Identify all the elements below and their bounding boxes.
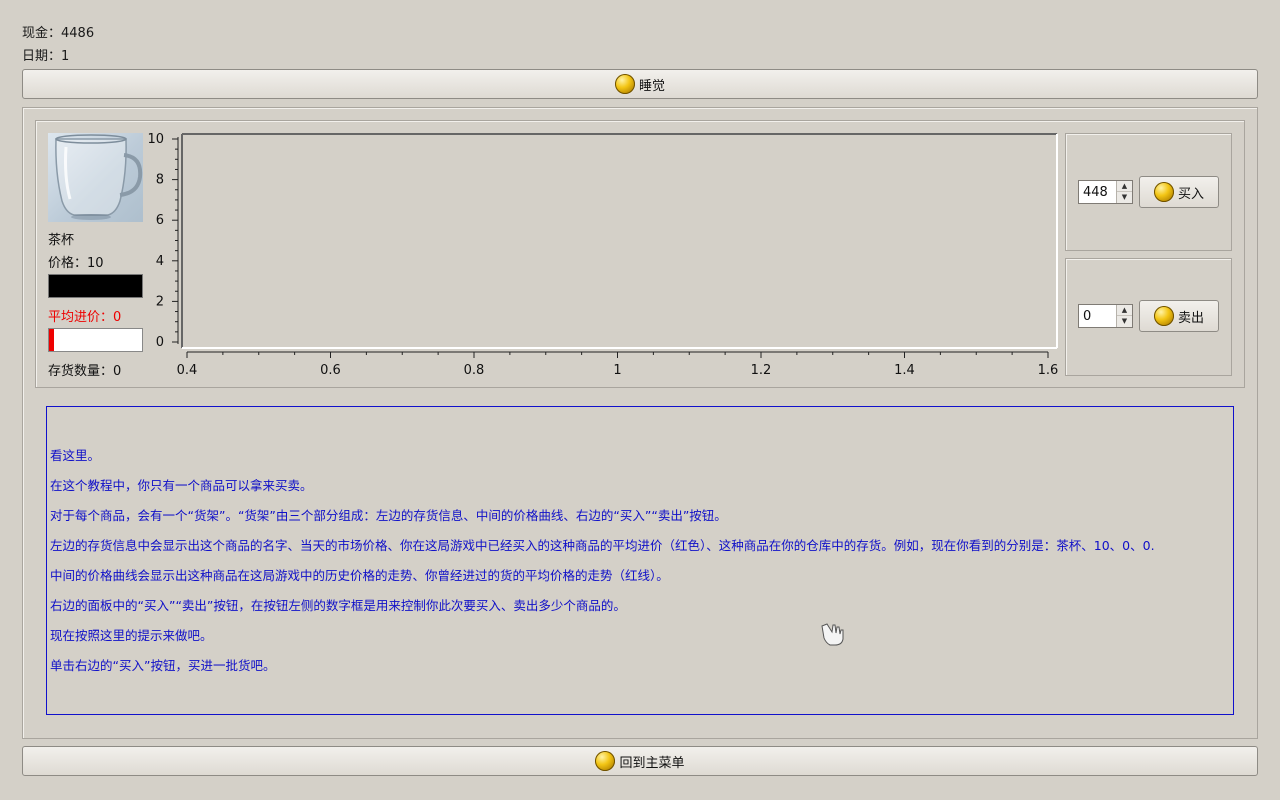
tutorial-line: 看这里。 bbox=[50, 448, 101, 463]
x-tick-label: 0.4 bbox=[177, 363, 198, 378]
tutorial-line: 在这个教程中，你只有一个商品可以拿来买卖。 bbox=[50, 478, 313, 493]
gold-coin-icon bbox=[1153, 306, 1174, 326]
date-label: 日期：1 bbox=[22, 49, 70, 64]
sell-panel: ▲ ▼ 卖出 bbox=[1065, 258, 1232, 376]
sell-quantity-input[interactable] bbox=[1079, 305, 1119, 327]
avg-price-bar-fill bbox=[49, 329, 54, 351]
teacup-image bbox=[48, 133, 143, 222]
x-tick-label: 0.8 bbox=[464, 363, 485, 378]
tutorial-line: 现在按照这里的提示来做吧。 bbox=[50, 628, 213, 643]
y-tick-label: 2 bbox=[156, 294, 164, 309]
buy-button[interactable]: 买入 bbox=[1139, 176, 1219, 208]
sleep-button[interactable]: 睡觉 bbox=[22, 69, 1258, 99]
x-tick-label: 1.6 bbox=[1038, 363, 1059, 378]
main-menu-button-label: 回到主菜单 bbox=[619, 755, 685, 771]
x-tick-label: 1.2 bbox=[751, 363, 772, 378]
product-name: 茶杯 bbox=[48, 233, 75, 248]
x-tick-label: 1.4 bbox=[894, 363, 915, 378]
stock-label: 存货数量：0 bbox=[48, 364, 122, 379]
price-chart: 0 2 4 6 8 10 0.4 0.6 0.8 1 1.2 1.4 1.6 bbox=[147, 132, 1059, 378]
gold-coin-icon bbox=[1153, 182, 1174, 202]
sell-button-label: 卖出 bbox=[1177, 310, 1204, 326]
hand-cursor-icon bbox=[821, 623, 844, 646]
tutorial-panel: 看这里。 在这个教程中，你只有一个商品可以拿来买卖。 对于每个商品，会有一个“货… bbox=[46, 406, 1234, 715]
tutorial-line: 对于每个商品，会有一个“货架”。“货架”由三个部分组成：左边的存货信息、中间的价… bbox=[50, 508, 727, 523]
spinner-up-icon[interactable]: ▲ bbox=[1117, 305, 1132, 316]
buy-quantity-input[interactable] bbox=[1079, 181, 1119, 203]
spinner-up-icon[interactable]: ▲ bbox=[1117, 181, 1132, 192]
buy-panel: ▲ ▼ 买入 bbox=[1065, 133, 1232, 251]
gold-coin-icon bbox=[614, 74, 635, 94]
y-tick-label: 6 bbox=[156, 213, 164, 228]
price-label: 价格：10 bbox=[48, 256, 104, 271]
x-tick-label: 0.6 bbox=[320, 363, 341, 378]
y-tick-label: 0 bbox=[156, 335, 164, 350]
buy-quantity-spinner[interactable]: ▲ ▼ bbox=[1078, 180, 1133, 204]
sell-button[interactable]: 卖出 bbox=[1139, 300, 1219, 332]
sell-quantity-spinner[interactable]: ▲ ▼ bbox=[1078, 304, 1133, 328]
spinner-down-icon[interactable]: ▼ bbox=[1117, 316, 1132, 327]
tutorial-line: 中间的价格曲线会显示出这种商品在这局游戏中的历史价格的走势、你曾经进过的货的平均… bbox=[50, 568, 669, 583]
y-tick-label: 4 bbox=[156, 254, 164, 269]
cash-label: 现金：4486 bbox=[22, 26, 95, 41]
tutorial-line: 单击右边的“买入”按钮，买进一批货吧。 bbox=[50, 658, 276, 673]
spinner-down-icon[interactable]: ▼ bbox=[1117, 192, 1132, 203]
y-tick-label: 8 bbox=[156, 173, 164, 188]
gold-coin-icon bbox=[595, 751, 616, 771]
y-tick-label: 10 bbox=[147, 132, 164, 147]
main-menu-button[interactable]: 回到主菜单 bbox=[22, 746, 1258, 776]
x-tick-label: 1 bbox=[613, 363, 621, 378]
price-bar bbox=[48, 274, 143, 298]
tutorial-line: 左边的存货信息中会显示出这个商品的名字、当天的市场价格、你在这局游戏中已经买入的… bbox=[50, 538, 1155, 553]
avg-price-label: 平均进价：0 bbox=[48, 310, 122, 325]
tutorial-line: 右边的面板中的“买入”“卖出”按钮，在按钮左侧的数字框是用来控制你此次要买入、卖… bbox=[50, 598, 626, 613]
avg-price-bar bbox=[48, 328, 143, 352]
sleep-button-label: 睡觉 bbox=[638, 78, 665, 94]
plot-area bbox=[182, 134, 1057, 348]
buy-button-label: 买入 bbox=[1177, 186, 1204, 202]
